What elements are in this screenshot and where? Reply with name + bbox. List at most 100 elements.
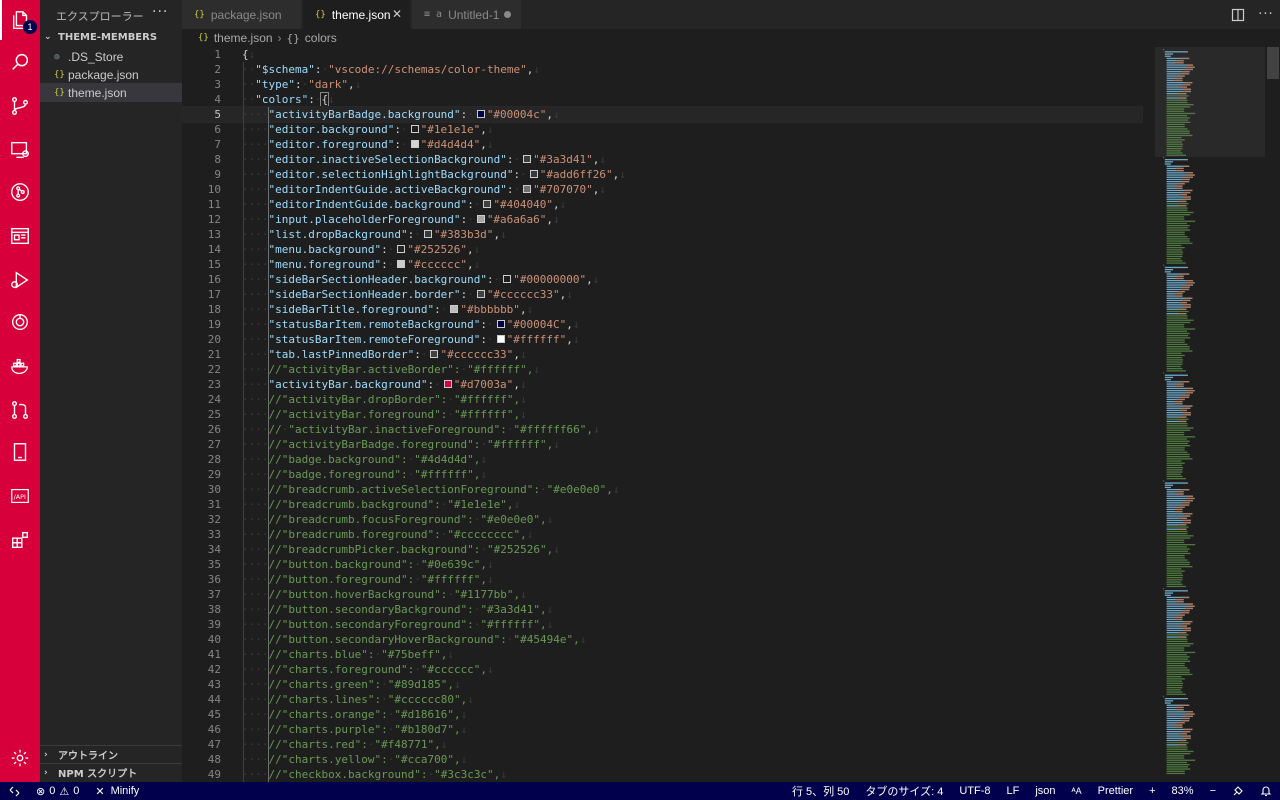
- code-line[interactable]: 26 ····//·"activityBar.inactiveForeground…: [182, 422, 1142, 437]
- code-line[interactable]: 45 ····//"charts.orange":·"#d18616",↓: [182, 707, 1142, 722]
- preview-icon[interactable]: [0, 216, 40, 256]
- split-editor-icon[interactable]: [1224, 0, 1252, 29]
- code-line[interactable]: 14 ····"menu.background":· "#252526",↓: [182, 242, 1142, 257]
- code-line[interactable]: 11 ····"editorIndentGuide.background":· "#…: [182, 197, 1142, 212]
- remote-indicator-icon[interactable]: [0, 782, 28, 800]
- color-swatch[interactable]: [523, 185, 532, 193]
- code-line[interactable]: 39 ····//"button.secondaryForeground":·"#…: [182, 617, 1142, 632]
- code-line[interactable]: 41 ····//"charts.blue":·"#75beff",↓: [182, 647, 1142, 662]
- tab-package-json[interactable]: {} package.json: [182, 0, 302, 29]
- color-swatch[interactable]: [397, 245, 406, 253]
- settings-gear-icon[interactable]: [0, 738, 40, 778]
- code-line[interactable]: 46 ····//"charts.purple":·"#b180d7",↓: [182, 722, 1142, 737]
- zoom-level[interactable]: 83%: [1164, 782, 1202, 800]
- remote-icon[interactable]: [0, 302, 40, 342]
- code-line[interactable]: 16 ····"sideBarSectionHeader.background":…: [182, 272, 1142, 287]
- code-line[interactable]: 22 ····//"activityBar.activeBorder":·"#ff…: [182, 362, 1142, 377]
- scrollbar-thumb[interactable]: [1267, 47, 1279, 79]
- cursor-position[interactable]: 行 5、列 50: [784, 782, 857, 800]
- code-line[interactable]: 30 ····//"breadcrumb.activeSelectionForeg…: [182, 482, 1142, 497]
- code-line[interactable]: 29 ····//"badge.foreground":·"#ffffff",↓: [182, 467, 1142, 482]
- outline-section-header[interactable]: › アウトライン: [40, 745, 182, 763]
- color-swatch[interactable]: [476, 110, 485, 118]
- api-icon[interactable]: /API: [0, 476, 40, 516]
- color-swatch[interactable]: [450, 305, 459, 313]
- close-icon[interactable]: ✕: [392, 7, 402, 21]
- explorer-icon[interactable]: 1: [0, 0, 40, 40]
- code-line[interactable]: 37 ····//"button.hoverBackground":·"#1177…: [182, 587, 1142, 602]
- color-swatch[interactable]: [410, 140, 419, 148]
- docker-icon[interactable]: [0, 346, 40, 386]
- color-swatch[interactable]: [397, 260, 406, 268]
- color-swatch[interactable]: [496, 320, 505, 328]
- code-line[interactable]: 36 ····//"button.foreground":·"#ffffff",↓: [182, 572, 1142, 587]
- device-icon[interactable]: [0, 432, 40, 472]
- code-line[interactable]: 6 ····"editor.background":· "#1e1e1e",↓: [182, 122, 1142, 137]
- feedback-icon[interactable]: [1224, 782, 1252, 800]
- code-line[interactable]: 38 ····//"button.secondaryBackground":·"#…: [182, 602, 1142, 617]
- code-line[interactable]: 20 ····"statusBarItem.remoteForeground":·…: [182, 332, 1142, 347]
- breadcrumb-symbol[interactable]: colors: [305, 31, 337, 45]
- tree-item-theme-json[interactable]: {} theme.json: [40, 83, 182, 102]
- prettier-status[interactable]: Prettier: [1090, 782, 1141, 800]
- color-swatch[interactable]: [483, 200, 492, 208]
- tree-item-package-json[interactable]: {} package.json: [40, 65, 182, 84]
- code-line[interactable]: 28 ····//"badge.background":·"#4d4d4d",↓: [182, 452, 1142, 467]
- vertical-scrollbar[interactable]: [1266, 47, 1280, 782]
- code-line[interactable]: 2 ··"$schema":·"vscode://schemas/color-th…: [182, 62, 1142, 77]
- npm-scripts-section-header[interactable]: › NPM スクリプト: [40, 763, 182, 781]
- code-line[interactable]: 42 ····//"charts.foreground":·"#cccccc",↓: [182, 662, 1142, 677]
- minimap[interactable]: [1155, 47, 1265, 782]
- zoom-in-button[interactable]: +: [1141, 782, 1163, 800]
- workspace-section-header[interactable]: ⌄ THEME-MEMBERS: [40, 28, 182, 46]
- language-mode[interactable]: json: [1027, 782, 1063, 800]
- code-line[interactable]: 21 ····"tab.lastPinnedBorder":· "#cccccc33…: [182, 347, 1142, 362]
- problems-indicator[interactable]: ⊗ 0 ⚠ 0: [28, 782, 87, 800]
- code-line[interactable]: 34 ····//"breadcrumbPicker.background":·"…: [182, 542, 1142, 557]
- source-control-icon[interactable]: [0, 86, 40, 126]
- code-editor[interactable]: 1 {↓ 2 ··"$schema":·"vscode://schemas/color…: [182, 47, 1280, 782]
- color-swatch[interactable]: [430, 350, 439, 358]
- color-swatch[interactable]: [496, 335, 505, 343]
- unsaved-dot-icon[interactable]: [504, 11, 511, 18]
- code-line[interactable]: 9 ····"editor.selectionHighlightBackgroun…: [182, 167, 1142, 182]
- code-line[interactable]: 31 ····//"breadcrumb.background":·"#1e1e1…: [182, 497, 1142, 512]
- code-line[interactable]: 32 ····//"breadcrumb.focusForeground":·"#…: [182, 512, 1142, 527]
- zoom-out-button[interactable]: −: [1202, 782, 1224, 800]
- tree-item-ds-store[interactable]: ◍ .DS_Store: [40, 47, 182, 66]
- minimap-slider[interactable]: [1155, 47, 1265, 157]
- code-line[interactable]: 33 ····//"breadcrumb.foreground":·"#ccccc…: [182, 527, 1142, 542]
- minify-button[interactable]: ✕ Minify: [87, 782, 147, 800]
- code-line[interactable]: 49 ····//"checkbox.background":·"#3c3c3c"…: [182, 767, 1142, 782]
- code-line[interactable]: 1 {↓: [182, 47, 1142, 62]
- code-line[interactable]: 43 ····//"charts.green":·"#89d185",↓: [182, 677, 1142, 692]
- more-actions-icon[interactable]: ···: [1252, 0, 1280, 29]
- notifications-bell-icon[interactable]: [1252, 782, 1280, 800]
- code-line[interactable]: 25 ····//"activityBar.foreground":·"#ffff…: [182, 407, 1142, 422]
- color-swatch[interactable]: [423, 230, 432, 238]
- code-line[interactable]: 23 ····"activityBar.background":· "#d7003a…: [182, 377, 1142, 392]
- font-size-icon[interactable]: ᴬA: [1064, 782, 1090, 800]
- tab-size[interactable]: タブのサイズ: 4: [857, 782, 951, 800]
- code-line[interactable]: 4 ··"colors":·{↓: [182, 92, 1142, 107]
- code-line[interactable]: 10 ····"editorIndentGuide.activeBackgroun…: [182, 182, 1142, 197]
- code-line[interactable]: 44 ····//"charts.lines":·"#cccccc80",↓: [182, 692, 1142, 707]
- run-debug-icon[interactable]: [0, 260, 40, 300]
- color-swatch[interactable]: [476, 215, 485, 223]
- code-line[interactable]: 24 ····//"activityBar.dropBorder":·"#ffff…: [182, 392, 1142, 407]
- code-line[interactable]: 3 ··"type":·"dark",↓: [182, 77, 1142, 92]
- encoding[interactable]: UTF-8: [951, 782, 998, 800]
- tab-theme-json[interactable]: {} theme.json ✕: [303, 0, 411, 29]
- code-line[interactable]: 18 ····"sideBarTitle.foreground":· "#bbbbb…: [182, 302, 1142, 317]
- pull-request-icon[interactable]: [0, 390, 40, 430]
- search-icon[interactable]: [0, 42, 40, 82]
- color-swatch[interactable]: [503, 275, 512, 283]
- code-line[interactable]: 7 ····"editor.foreground":· "#d4d4d4",↓: [182, 137, 1142, 152]
- breadcrumb-file[interactable]: theme.json: [214, 31, 273, 45]
- color-swatch[interactable]: [410, 125, 419, 133]
- color-swatch[interactable]: [523, 155, 532, 163]
- color-swatch[interactable]: [529, 170, 538, 178]
- tab-untitled-1[interactable]: ≡ a Untitled-1: [412, 0, 522, 29]
- color-swatch[interactable]: [476, 290, 485, 298]
- code-line[interactable]: 17 ····"sideBarSectionHeader.border":· "#c…: [182, 287, 1142, 302]
